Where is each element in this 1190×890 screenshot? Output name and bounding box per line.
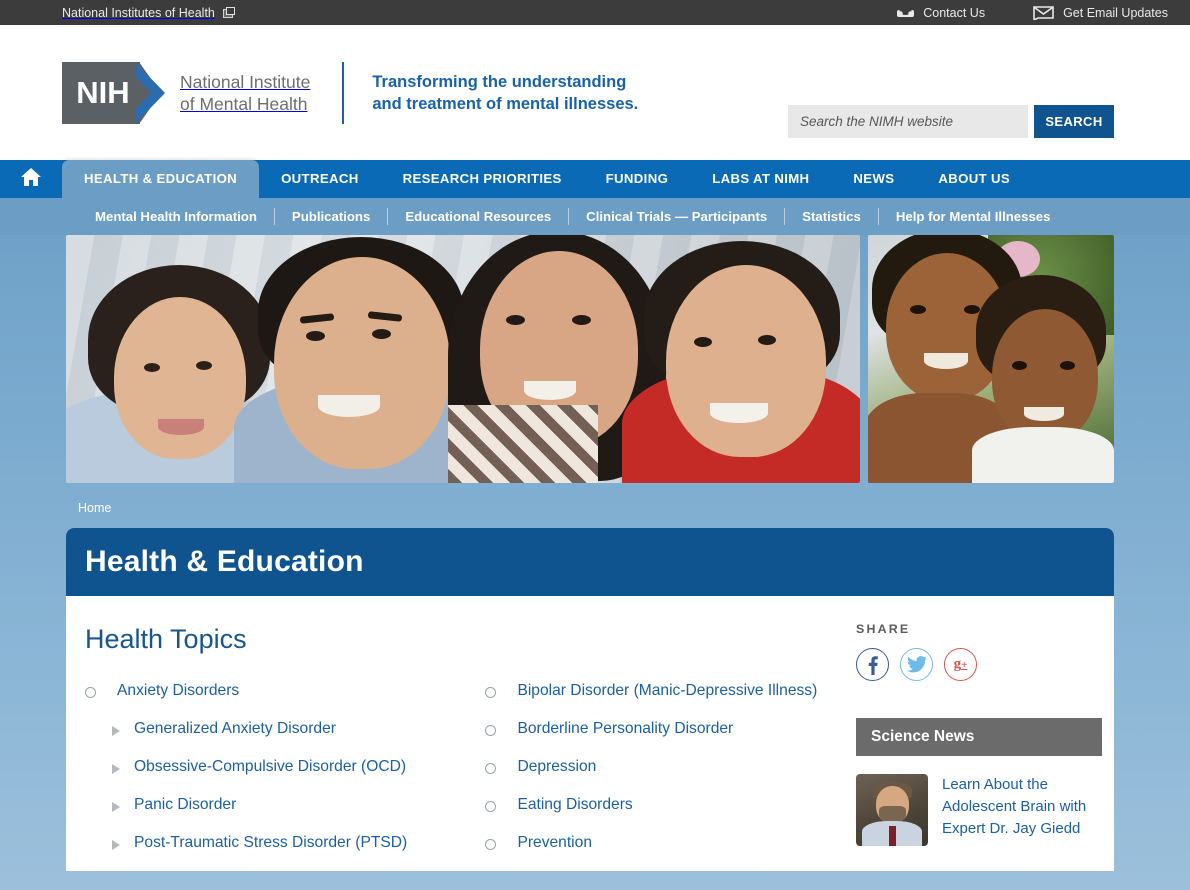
health-topics-column-left: Anxiety Disorders Generalized Anxiety Di…	[85, 681, 485, 871]
nih-logo-icon: NIH	[62, 61, 166, 124]
nimh-logo-link[interactable]: NIH National Institute of Mental Health	[62, 61, 311, 124]
science-news-heading: Science News	[871, 728, 975, 745]
external-link-icon	[222, 7, 235, 18]
section-title: Health Topics	[85, 624, 247, 654]
subnav-item-publications[interactable]: Publications	[275, 209, 387, 224]
secondary-navigation: Mental Health Information Publications E…	[0, 198, 1190, 235]
hero-banner	[0, 235, 1190, 488]
contact-us-label: Contact Us	[923, 5, 986, 20]
hero-image-family	[66, 235, 860, 483]
tagline: Transforming the understanding and treat…	[372, 72, 639, 113]
home-icon	[20, 167, 42, 192]
hero-image-mother-daughter	[868, 235, 1114, 483]
health-topics-list: Anxiety Disorders Generalized Anxiety Di…	[85, 681, 856, 871]
topic-link-depression[interactable]: Depression	[517, 757, 596, 776]
main-content: Health Topics Anxiety Disorders Generali…	[66, 596, 856, 871]
googleplus-share-icon[interactable]: g+	[944, 648, 977, 681]
circle-bullet-icon	[485, 801, 497, 812]
nav-home-link[interactable]	[0, 160, 62, 198]
nih-logo-text: NIH	[76, 74, 130, 110]
page-header: Health & Education	[66, 528, 1114, 596]
content-card: Health & Education Health Topics Anxiety…	[66, 528, 1114, 871]
masthead-divider	[342, 61, 345, 124]
topic-link-anxiety-disorders[interactable]: Anxiety Disorders	[117, 681, 239, 700]
triangle-bullet-icon	[112, 764, 120, 774]
science-news-item[interactable]: Learn About the Adolescent Brain with Ex…	[856, 756, 1102, 846]
topic-link-bipolar-disorder[interactable]: Bipolar Disorder (Manic-Depressive Illne…	[517, 681, 817, 700]
topic-link-eating-disorders[interactable]: Eating Disorders	[517, 795, 632, 814]
twitter-share-icon[interactable]	[900, 648, 933, 681]
get-email-updates-label: Get Email Updates	[1063, 5, 1168, 20]
envelope-icon	[1033, 5, 1054, 20]
get-email-updates-link[interactable]: Get Email Updates	[1033, 5, 1168, 20]
list-item[interactable]: Anxiety Disorders	[85, 681, 485, 719]
topic-link-ptsd[interactable]: Post-Traumatic Stress Disorder (PTSD)	[134, 833, 407, 852]
topic-link-prevention[interactable]: Prevention	[517, 833, 592, 852]
circle-bullet-icon	[485, 687, 497, 698]
sidebar: SHARE g+ Science News Learn About the Ad…	[856, 596, 1114, 871]
page-title: Health & Education	[85, 545, 364, 578]
nav-item-research-priorities[interactable]: RESEARCH PRIORITIES	[381, 160, 584, 198]
science-news-item-title[interactable]: Learn About the Adolescent Brain with Ex…	[942, 774, 1102, 846]
utility-bar: National Institutes of Health Contact Us…	[0, 0, 1190, 25]
triangle-bullet-icon	[112, 802, 120, 812]
site-search: SEARCH	[788, 105, 1114, 138]
circle-bullet-icon	[485, 763, 497, 774]
search-button[interactable]: SEARCH	[1034, 105, 1114, 138]
list-item[interactable]: Eating Disorders	[485, 795, 856, 833]
nih-agency-label: National Institutes of Health	[62, 5, 215, 20]
subnav-item-help-for-mental-illnesses[interactable]: Help for Mental Illnesses	[879, 209, 1068, 224]
primary-navigation: HEALTH & EDUCATION OUTREACH RESEARCH PRI…	[0, 160, 1190, 198]
triangle-bullet-icon	[112, 840, 120, 850]
list-item[interactable]: Panic Disorder	[85, 795, 485, 833]
nav-item-news[interactable]: NEWS	[831, 160, 916, 198]
topic-link-borderline-personality-disorder[interactable]: Borderline Personality Disorder	[517, 719, 733, 738]
list-item[interactable]: Obsessive-Compulsive Disorder (OCD)	[85, 757, 485, 795]
science-news-header: Science News	[856, 718, 1102, 756]
nav-item-funding[interactable]: FUNDING	[584, 160, 691, 198]
breadcrumb-item-home[interactable]: Home	[66, 501, 111, 515]
facebook-share-icon[interactable]	[856, 648, 889, 681]
masthead: NIH National Institute of Mental Health …	[0, 25, 1190, 160]
triangle-bullet-icon	[112, 726, 120, 736]
utility-links: Contact Us Get Email Updates	[897, 5, 1168, 20]
nav-item-about-us[interactable]: ABOUT US	[916, 160, 1032, 198]
contact-us-link[interactable]: Contact Us	[897, 6, 985, 20]
science-news-thumbnail	[856, 774, 928, 846]
subnav-item-clinical-trials-participants[interactable]: Clinical Trials — Participants	[569, 209, 784, 224]
topic-link-panic-disorder[interactable]: Panic Disorder	[134, 795, 236, 814]
subnav-item-statistics[interactable]: Statistics	[785, 209, 878, 224]
topic-link-obsessive-compulsive-disorder[interactable]: Obsessive-Compulsive Disorder (OCD)	[134, 757, 406, 776]
share-buttons: g+	[856, 648, 1114, 681]
health-topics-column-right: Bipolar Disorder (Manic-Depressive Illne…	[485, 681, 856, 871]
nav-item-outreach[interactable]: OUTREACH	[259, 160, 381, 198]
phone-icon	[897, 6, 915, 19]
share-label: SHARE	[856, 622, 911, 636]
list-item[interactable]: Depression	[485, 757, 856, 795]
breadcrumb: Home	[66, 488, 1114, 528]
subnav-item-mental-health-information[interactable]: Mental Health Information	[78, 209, 274, 224]
list-item[interactable]: Prevention	[485, 833, 856, 871]
nav-item-labs-at-nimh[interactable]: LABS AT NIMH	[690, 160, 831, 198]
nav-item-health-education[interactable]: HEALTH & EDUCATION	[62, 160, 260, 198]
circle-bullet-icon	[85, 687, 96, 698]
nih-agency-link[interactable]: National Institutes of Health	[62, 5, 235, 20]
list-item[interactable]: Generalized Anxiety Disorder	[85, 719, 485, 757]
list-item[interactable]: Post-Traumatic Stress Disorder (PTSD)	[85, 833, 485, 871]
institute-name: National Institute of Mental Health	[180, 71, 311, 114]
topic-link-generalized-anxiety-disorder[interactable]: Generalized Anxiety Disorder	[134, 719, 336, 738]
circle-bullet-icon	[485, 725, 497, 736]
subnav-item-educational-resources[interactable]: Educational Resources	[388, 209, 568, 224]
list-item[interactable]: Bipolar Disorder (Manic-Depressive Illne…	[485, 681, 856, 719]
list-item[interactable]: Borderline Personality Disorder	[485, 719, 856, 757]
circle-bullet-icon	[485, 839, 497, 850]
search-input[interactable]	[788, 105, 1028, 138]
